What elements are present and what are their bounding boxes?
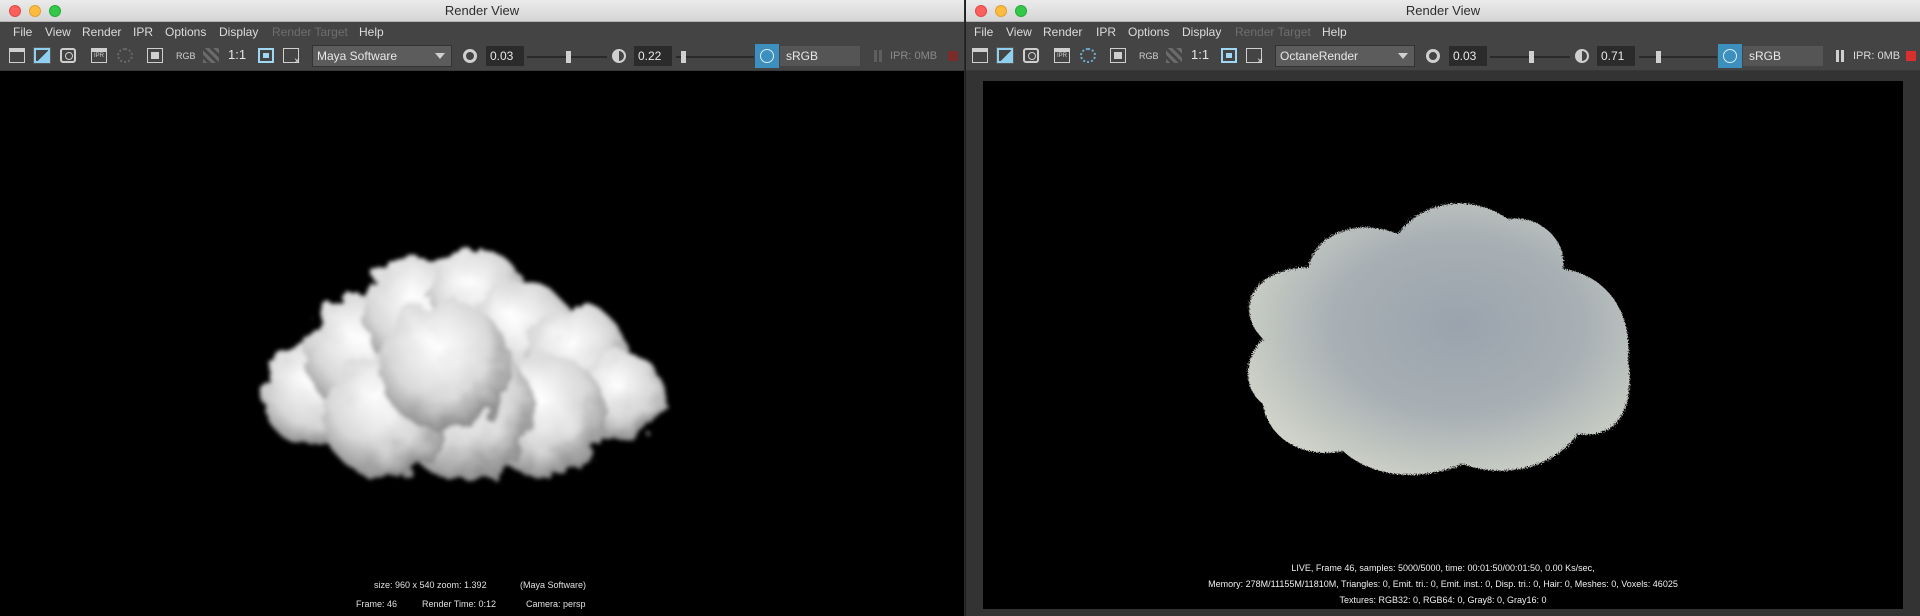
render-toolbar: IPR RGB 1:1 OctaneRender 0.03 0.71 sRGB … xyxy=(966,42,1920,83)
title-bar[interactable]: Render View xyxy=(0,0,964,22)
menu-options[interactable]: Options xyxy=(1128,25,1169,39)
menu-options[interactable]: Options xyxy=(165,25,206,39)
exposure-slider-handle[interactable] xyxy=(566,51,571,63)
renderer-dropdown[interactable]: Maya Software xyxy=(312,45,452,67)
view-transform-label[interactable]: sRGB gamma xyxy=(1743,46,1823,83)
stop-render-icon[interactable] xyxy=(1906,51,1916,61)
renderer-info: (Maya Software) xyxy=(520,580,587,590)
menu-render-target: Render Target xyxy=(1235,25,1311,39)
menu-display[interactable]: Display xyxy=(1182,25,1221,39)
menu-display[interactable]: Display xyxy=(219,25,258,39)
stop-render-icon xyxy=(948,51,958,61)
gamma-slider-handle[interactable] xyxy=(1656,51,1661,63)
camera-info: Camera: persp xyxy=(526,599,586,609)
render-viewport[interactable]: size: 960 x 540 zoom: 1.392 (Maya Softwa… xyxy=(0,71,964,616)
refresh-ipr-icon[interactable] xyxy=(1080,48,1096,63)
title-bar[interactable]: Render View xyxy=(966,0,1920,22)
keep-image-icon[interactable] xyxy=(258,48,274,63)
remove-image-icon[interactable] xyxy=(283,48,300,67)
rgb-channel-toggle[interactable]: RGB xyxy=(176,51,196,66)
window-title: Render View xyxy=(444,3,520,18)
ipr-memory-label: IPR: 0MB xyxy=(1853,50,1901,62)
render-current-frame-icon[interactable] xyxy=(972,48,988,63)
menu-help[interactable]: Help xyxy=(1322,25,1347,39)
render-settings-icon[interactable] xyxy=(147,48,163,63)
exposure-icon[interactable] xyxy=(1426,49,1440,63)
real-size-button[interactable]: 1:1 xyxy=(1191,47,1211,62)
snapshot-camera-icon[interactable] xyxy=(1023,48,1039,63)
render-viewport[interactable]: LIVE, Frame 46, samples: 5000/5000, time… xyxy=(983,81,1903,609)
pause-ipr-icon xyxy=(874,50,882,62)
maya-cloud-render xyxy=(263,248,665,481)
menu-bar: File View Render IPR Options Display Ren… xyxy=(966,22,1920,42)
gamma-icon[interactable] xyxy=(1575,49,1589,63)
ipr-memory-label: IPR: 0MB xyxy=(890,50,938,62)
gamma-slider-handle[interactable] xyxy=(681,51,686,63)
remove-image-icon[interactable] xyxy=(1246,48,1263,67)
gamma-slider[interactable] xyxy=(1639,56,1717,58)
real-size-button[interactable]: 1:1 xyxy=(228,47,248,62)
exposure-slider-handle[interactable] xyxy=(1529,51,1534,63)
view-transform-label[interactable]: sRGB gamma xyxy=(780,46,860,83)
viewport-frame: LIVE, Frame 46, samples: 5000/5000, time… xyxy=(966,71,1920,616)
gamma-icon[interactable] xyxy=(612,49,626,63)
menu-ipr[interactable]: IPR xyxy=(133,25,153,39)
octane-stats-line-2: Memory: 278M/11155M/11810M, Triangles: 0… xyxy=(1208,579,1678,589)
menu-render[interactable]: Render xyxy=(82,25,121,39)
octane-stats-line-1: LIVE, Frame 46, samples: 5000/5000, time… xyxy=(1291,563,1595,573)
renderer-dropdown[interactable]: OctaneRender xyxy=(1275,45,1415,67)
render-toolbar: IPR RGB 1:1 Maya Software 0.03 0.22 sRGB… xyxy=(0,42,964,83)
renderer-selected-value: Maya Software xyxy=(317,49,398,63)
renderer-selected-value: OctaneRender xyxy=(1280,49,1359,63)
render-view-window-left: Render View File View Render IPR Options… xyxy=(0,0,964,616)
window-title: Render View xyxy=(1405,3,1481,18)
refresh-ipr-icon xyxy=(117,48,133,63)
menu-file[interactable]: File xyxy=(974,25,993,39)
menu-file[interactable]: File xyxy=(13,25,32,39)
menu-render-target: Render Target xyxy=(272,25,348,39)
exposure-field[interactable]: 0.03 xyxy=(1449,46,1487,66)
menu-view[interactable]: View xyxy=(1006,25,1032,39)
octane-cloud-render xyxy=(1248,203,1630,475)
render-region-icon[interactable] xyxy=(33,47,51,64)
chevron-down-icon xyxy=(1398,53,1408,59)
ipr-render-icon[interactable]: IPR xyxy=(1054,48,1070,63)
render-view-window-right: Render View File View Render IPR Options… xyxy=(965,0,1920,616)
menu-bar: File View Render IPR Options Display Ren… xyxy=(0,22,964,42)
gamma-field[interactable]: 0.22 xyxy=(634,46,672,66)
gamma-field[interactable]: 0.71 xyxy=(1597,46,1635,66)
pause-ipr-icon[interactable] xyxy=(1836,50,1844,62)
keep-image-icon[interactable] xyxy=(1221,48,1237,63)
image-size-info: size: 960 x 540 zoom: 1.392 xyxy=(374,580,487,590)
render-current-frame-icon[interactable] xyxy=(9,48,25,63)
exposure-field[interactable]: 0.03 xyxy=(486,46,524,66)
menu-render[interactable]: Render xyxy=(1043,25,1082,39)
chevron-down-icon xyxy=(435,53,445,59)
gamma-slider[interactable] xyxy=(676,56,754,58)
menu-help[interactable]: Help xyxy=(359,25,384,39)
render-region-icon[interactable] xyxy=(996,47,1014,64)
ipr-render-icon[interactable]: IPR xyxy=(91,48,107,63)
menu-ipr[interactable]: IPR xyxy=(1096,25,1116,39)
color-management-icon[interactable] xyxy=(755,44,779,68)
alpha-channel-icon[interactable] xyxy=(1166,48,1182,63)
snapshot-camera-icon[interactable] xyxy=(60,48,76,63)
render-time-info: Render Time: 0:12 xyxy=(422,599,497,609)
color-management-icon[interactable] xyxy=(1718,44,1742,68)
alpha-channel-icon[interactable] xyxy=(203,48,219,63)
menu-view[interactable]: View xyxy=(45,25,71,39)
octane-stats-line-3: Textures: RGB32: 0, RGB64: 0, Gray8: 0, … xyxy=(1339,595,1547,605)
render-settings-icon[interactable] xyxy=(1110,48,1126,63)
rgb-channel-toggle[interactable]: RGB xyxy=(1139,51,1159,66)
exposure-icon[interactable] xyxy=(463,49,477,63)
frame-info: Frame: 46 xyxy=(356,599,398,609)
